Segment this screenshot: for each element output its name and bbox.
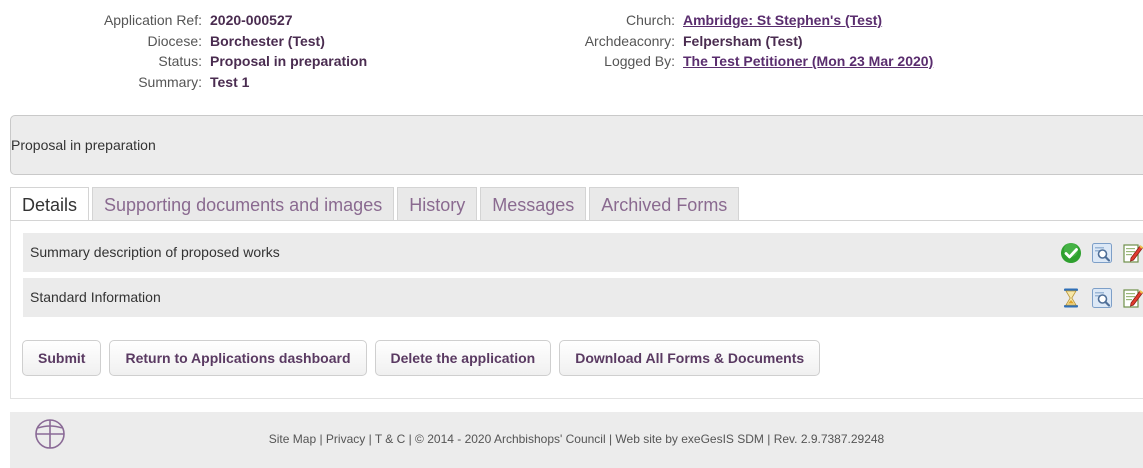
view-form-icon[interactable] [1091,287,1113,309]
tab-bar: Details Supporting documents and images … [10,187,742,221]
meta-label: Diocese: [147,32,202,49]
edit-form-icon[interactable] [1122,287,1143,309]
form-name: Summary description of proposed works [30,244,280,260]
meta-label: Archdeaconry: [584,32,675,49]
footer-links[interactable]: Site Map | Privacy | T & C | © 2014 - 20… [10,432,1143,446]
return-to-dashboard-button[interactable]: Return to Applications dashboard [109,340,367,376]
church-link[interactable]: Ambridge: St Stephen's (Test) [683,10,882,31]
meta-label: Status: [158,53,202,69]
status-box: Proposal in preparation [10,115,1143,175]
submit-button[interactable]: Submit [22,340,102,376]
meta-row-logged-by: Logged By: The Test Petitioner (Mon 23 M… [450,51,1143,72]
application-details-left: Application Ref: 2020-000527 Diocese: Bo… [0,10,440,92]
tab-messages[interactable]: Messages [480,187,587,221]
logged-by-link[interactable]: The Test Petitioner (Mon 23 Mar 2020) [683,51,933,72]
delete-application-button[interactable]: Delete the application [374,340,552,376]
diocese-value: Borchester (Test) [210,32,325,49]
form-row-summary-description: Summary description of proposed works [23,233,1143,272]
meta-label: Summary: [138,73,202,90]
meta-label: Church: [625,12,675,28]
tab-details[interactable]: Details [10,187,90,221]
meta-row-church: Church: Ambridge: St Stephen's (Test) [450,10,1143,31]
hourglass-icon [1064,288,1078,308]
meta-row-status: Status: Proposal in preparation [0,51,440,72]
archdeaconry-value: Felpersham (Test) [683,32,803,49]
form-actions [1051,242,1143,264]
summary-value: Test 1 [210,73,250,90]
application-details-right: Church: Ambridge: St Stephen's (Test) Ar… [450,10,1143,72]
meta-label: Application Ref: [103,12,202,28]
meta-row-summary: Summary: Test 1 [0,72,440,93]
green-check-icon [1061,243,1081,263]
status-box-text: Proposal in preparation [11,137,156,153]
meta-row-diocese: Diocese: Borchester (Test) [0,31,440,52]
form-row-standard-information: Standard Information [23,278,1143,317]
tab-supporting-documents[interactable]: Supporting documents and images [92,187,395,221]
meta-row-archdeaconry: Archdeaconry: Felpersham (Test) [450,31,1143,52]
form-name: Standard Information [30,289,161,305]
action-buttons: Submit Return to Applications dashboard … [22,340,828,376]
application-summary: Application Ref: 2020-000527 Diocese: Bo… [0,10,1143,102]
meta-label: Logged By: [604,53,675,69]
form-actions [1051,287,1143,309]
edit-form-icon[interactable] [1122,242,1143,264]
tab-archived-forms[interactable]: Archived Forms [589,187,740,221]
tab-history[interactable]: History [397,187,478,221]
application-ref-value: 2020-000527 [210,12,293,28]
meta-row-ref: Application Ref: 2020-000527 [0,10,440,31]
status-value: Proposal in preparation [210,53,368,69]
view-form-icon[interactable] [1091,242,1113,264]
footer: Site Map | Privacy | T & C | © 2014 - 20… [10,412,1143,468]
download-all-button[interactable]: Download All Forms & Documents [559,340,821,376]
